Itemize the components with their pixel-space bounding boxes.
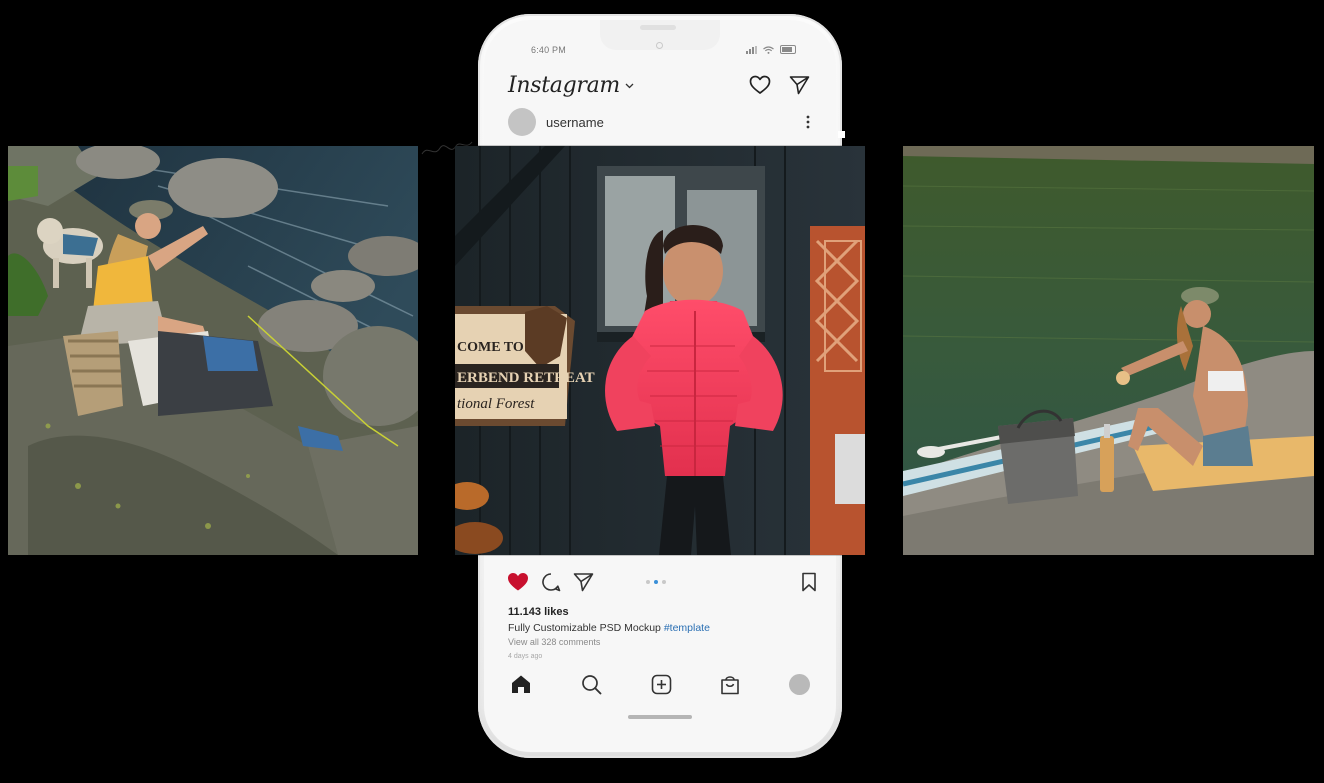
photo-left-river-rocks [8, 146, 418, 555]
carousel-dots [646, 580, 666, 584]
signal-icon [746, 45, 757, 54]
decorative-glint [838, 131, 845, 138]
wifi-icon [763, 45, 774, 54]
send-icon[interactable] [789, 75, 810, 95]
instagram-header: Instagram [508, 70, 810, 100]
speaker-grille [640, 25, 676, 30]
sign-line-3: tional Forest [457, 396, 535, 412]
carousel-dot [646, 580, 650, 584]
heart-icon[interactable] [749, 75, 771, 95]
cabin-portrait-illustration: COME TO ERBEND RETREAT tional Forest [455, 146, 865, 555]
river-rocks-illustration [8, 146, 418, 555]
share-send-icon[interactable] [573, 572, 594, 592]
caption-text: Fully Customizable PSD Mockup [508, 622, 661, 634]
home-icon[interactable] [510, 674, 532, 694]
home-indicator[interactable] [628, 715, 692, 719]
bookmark-icon[interactable] [801, 572, 817, 592]
post-caption: Fully Customizable PSD Mockup #template [508, 622, 710, 634]
search-icon[interactable] [581, 674, 602, 695]
lakeside-illustration [903, 146, 1314, 555]
bottom-tab-bar [510, 672, 810, 696]
more-options-icon[interactable] [806, 115, 810, 129]
post-actions-left [507, 572, 594, 592]
stage: 6:40 PM Instagram username COME TO ERBEN… [0, 0, 1324, 783]
instagram-logo[interactable]: Instagram [508, 73, 620, 98]
view-comments-link[interactable]: View all 328 comments [508, 637, 600, 647]
caption-hashtag[interactable]: #template [664, 622, 710, 634]
shop-bag-icon[interactable] [720, 674, 740, 695]
sign-line-1: COME TO [457, 340, 524, 355]
chevron-down-icon[interactable] [625, 81, 634, 90]
battery-icon [780, 45, 796, 54]
like-count[interactable]: 11.143 likes [508, 606, 569, 618]
username[interactable]: username [546, 115, 604, 130]
front-camera [656, 42, 663, 49]
like-heart-filled-icon[interactable] [507, 572, 529, 592]
post-user-row: username [508, 108, 810, 136]
header-actions [749, 75, 810, 95]
add-post-icon[interactable] [651, 674, 672, 695]
status-time: 6:40 PM [531, 45, 566, 55]
comment-icon[interactable] [541, 572, 561, 592]
avatar[interactable] [508, 108, 536, 136]
status-icons [746, 45, 796, 54]
post-timestamp: 4 days ago [508, 653, 543, 660]
carousel-dot [662, 580, 666, 584]
sign-line-2: ERBEND RETREAT [457, 370, 595, 386]
profile-avatar[interactable] [789, 673, 810, 695]
carousel-dot [654, 580, 658, 584]
photo-center-pink-jacket: COME TO ERBEND RETREAT tional Forest [455, 146, 865, 555]
photo-right-lakeside [903, 146, 1314, 555]
